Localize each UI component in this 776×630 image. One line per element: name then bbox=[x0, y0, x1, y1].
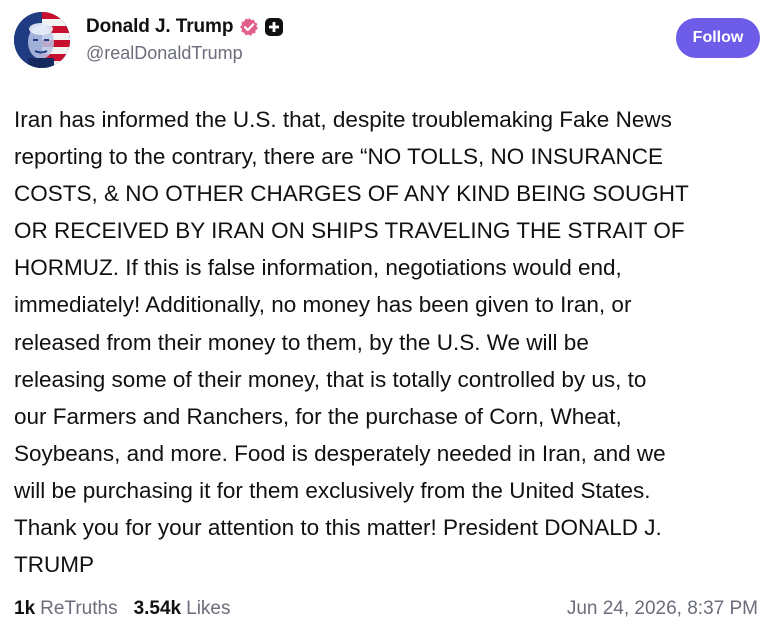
display-name[interactable]: Donald J. Trump bbox=[86, 16, 233, 38]
follow-button[interactable]: Follow bbox=[676, 18, 760, 58]
post-header: Donald J. Trump @realDonaldTrump Follow bbox=[14, 12, 762, 70]
likes-stat[interactable]: 3.54k Likes bbox=[134, 598, 231, 620]
post-timestamp[interactable]: Jun 24, 2026, 8:37 PM bbox=[567, 598, 758, 620]
post-text: Iran has informed the U.S. that, despite… bbox=[14, 107, 689, 578]
name-row: Donald J. Trump bbox=[86, 14, 284, 40]
retruths-stat[interactable]: 1k ReTruths bbox=[14, 598, 118, 620]
user-handle[interactable]: @realDonaldTrump bbox=[86, 43, 284, 64]
avatar[interactable] bbox=[14, 12, 70, 68]
verified-badge-icon bbox=[239, 17, 259, 37]
retruths-count: 1k bbox=[14, 598, 36, 619]
engagement-stats: 1k ReTruths 3.54k Likes bbox=[14, 598, 246, 620]
likes-label: Likes bbox=[186, 598, 231, 619]
post-card: Donald J. Trump @realDonaldTrump Follow … bbox=[0, 0, 776, 630]
post-footer: 1k ReTruths 3.54k Likes Jun 24, 2026, 8:… bbox=[14, 598, 758, 626]
likes-count: 3.54k bbox=[133, 598, 182, 619]
avatar-image bbox=[14, 12, 70, 68]
user-info: Donald J. Trump @realDonaldTrump bbox=[86, 14, 284, 64]
retruths-label: ReTruths bbox=[40, 598, 118, 619]
plus-badge-icon bbox=[264, 17, 284, 37]
